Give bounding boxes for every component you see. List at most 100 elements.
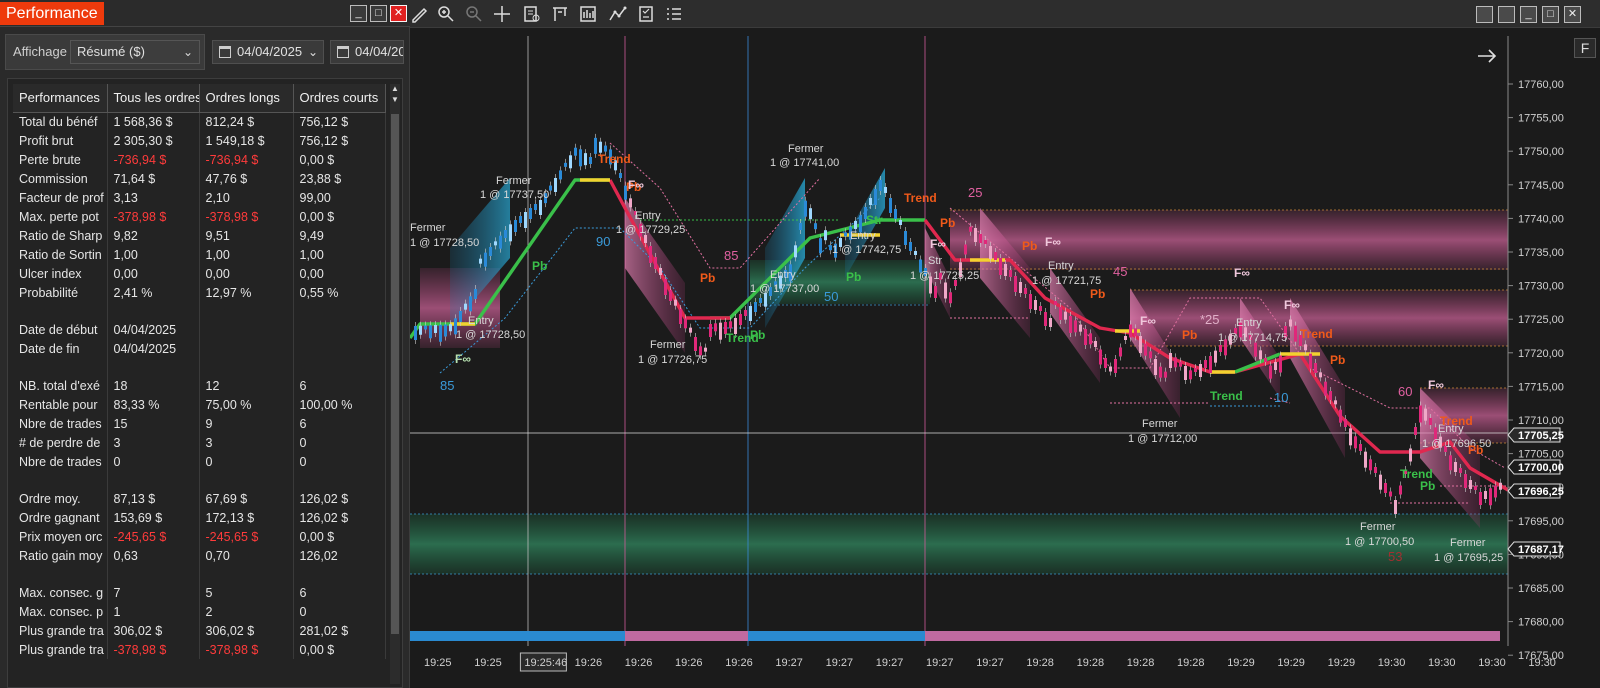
candle <box>974 228 977 242</box>
metric-value: -245,65 $ <box>199 527 294 546</box>
tile-icon[interactable] <box>1498 6 1515 23</box>
candle <box>754 302 757 312</box>
price-tick: 17740,00 <box>1518 213 1564 225</box>
table-row <box>13 471 386 489</box>
metric-value: 756,12 $ <box>293 131 386 150</box>
candle <box>1094 341 1097 347</box>
metric-value: 172,13 $ <box>199 508 294 527</box>
candle <box>584 153 587 166</box>
candle <box>729 321 732 329</box>
date-from-picker[interactable]: 04/04/2025 ⌄ <box>212 40 324 64</box>
chart-style-icon[interactable] <box>578 4 598 24</box>
count-label: 53 <box>1388 549 1402 564</box>
entry-label: Entry <box>1236 317 1262 329</box>
metric-value: 1 549,18 $ <box>199 131 294 150</box>
metric-value: 1,00 <box>107 245 200 264</box>
price-chart[interactable]: Fermer 1 @ 17728,50 Fermer 1 @ 17737,50 … <box>410 28 1600 688</box>
column-header[interactable]: Ordres longs <box>199 84 294 113</box>
tile-icon[interactable] <box>1476 6 1493 23</box>
candle <box>964 244 967 255</box>
close-icon[interactable]: ✕ <box>1564 6 1581 23</box>
table-row: Date de fin 04/04/2025 <box>13 339 386 358</box>
candle <box>1314 363 1317 373</box>
candle <box>1064 311 1067 320</box>
candle <box>1174 357 1177 368</box>
candle <box>1169 353 1172 368</box>
candle <box>1459 468 1462 473</box>
support-zone <box>410 514 1508 574</box>
candle <box>1219 345 1222 352</box>
table-scrollbar[interactable]: ▲ ▼ <box>390 84 400 684</box>
minimize-icon[interactable]: _ <box>350 5 367 22</box>
metric-value: -378,98 $ <box>199 640 294 659</box>
candle <box>1084 329 1087 345</box>
panel-toggle-button[interactable]: F <box>1574 38 1596 58</box>
candle <box>1059 307 1062 320</box>
strategies-icon[interactable] <box>636 4 656 24</box>
list-icon[interactable] <box>664 4 684 24</box>
candle <box>1374 467 1377 473</box>
candle <box>1189 370 1192 380</box>
candle <box>1264 358 1267 362</box>
count-label: 85 <box>724 248 738 263</box>
scroll-down-icon[interactable]: ▼ <box>390 95 400 105</box>
trend-label: Trend <box>1440 414 1473 428</box>
price-tick: 17710,00 <box>1518 415 1564 427</box>
price-tick: 17695,00 <box>1518 516 1564 528</box>
candle <box>969 226 972 232</box>
close-icon[interactable]: ✕ <box>390 5 407 22</box>
column-header[interactable]: Tous les ordres <box>107 84 200 113</box>
metric-value: -736,94 $ <box>107 150 200 169</box>
minimize-icon[interactable]: _ <box>1520 6 1537 23</box>
price-tag-text: 17700,00 <box>1518 462 1564 474</box>
data-box-icon[interactable] <box>522 4 542 24</box>
time-tick: 19:28 <box>1177 657 1205 669</box>
close-label: Fermer <box>1142 418 1178 430</box>
scrollbar-thumb[interactable] <box>391 114 399 634</box>
pullback-label: Pb <box>700 271 715 285</box>
candle <box>569 155 572 169</box>
scroll-up-icon[interactable]: ▲ <box>390 84 400 94</box>
bar-spacing-icon[interactable] <box>550 4 570 24</box>
candle <box>424 325 427 330</box>
candle <box>1164 371 1167 378</box>
pencil-icon[interactable] <box>410 4 430 24</box>
trend-band <box>410 631 625 641</box>
candle <box>1489 488 1492 506</box>
pullback-label: Pb <box>846 270 861 284</box>
column-header[interactable]: Ordres courts <box>293 84 386 113</box>
trend-band <box>748 631 925 641</box>
zoom-in-icon[interactable] <box>436 4 456 24</box>
table-row: Nbre de trades 15 9 6 <box>13 414 386 433</box>
chevron-down-icon: ⌄ <box>307 45 318 59</box>
metric-value: 1 568,36 $ <box>107 112 200 131</box>
crosshair-icon[interactable] <box>492 4 512 24</box>
maximize-icon[interactable]: □ <box>1542 6 1559 23</box>
time-tick: 19:29 <box>1277 657 1305 669</box>
candle <box>1294 325 1297 342</box>
candle <box>594 137 597 154</box>
time-tick: 19:28 <box>1127 657 1155 669</box>
candle <box>719 322 722 340</box>
candle <box>1334 400 1337 405</box>
entry-price: 1 @ 17721,75 <box>1032 275 1101 287</box>
candle <box>434 325 437 333</box>
candle <box>1309 353 1312 369</box>
time-tick: 19:26 <box>625 657 653 669</box>
column-header[interactable]: Performances <box>13 84 108 113</box>
zoom-out-icon[interactable] <box>464 4 484 24</box>
indicators-icon[interactable] <box>608 4 628 24</box>
candle <box>944 282 947 299</box>
table-row <box>13 358 386 376</box>
date-to-picker[interactable]: 04/04/20 <box>330 40 404 64</box>
view-select[interactable]: Résumé ($) ⌄ <box>70 40 200 64</box>
candle <box>1324 381 1327 396</box>
metric-value: -378,98 $ <box>199 207 294 226</box>
metric-value: 3 <box>199 433 294 452</box>
maximize-icon[interactable]: □ <box>370 5 387 22</box>
candle <box>1154 359 1157 375</box>
time-tick: 19:27 <box>826 657 854 669</box>
candle <box>1129 324 1132 338</box>
candle <box>644 235 647 243</box>
metric-value: 6 <box>293 583 386 602</box>
